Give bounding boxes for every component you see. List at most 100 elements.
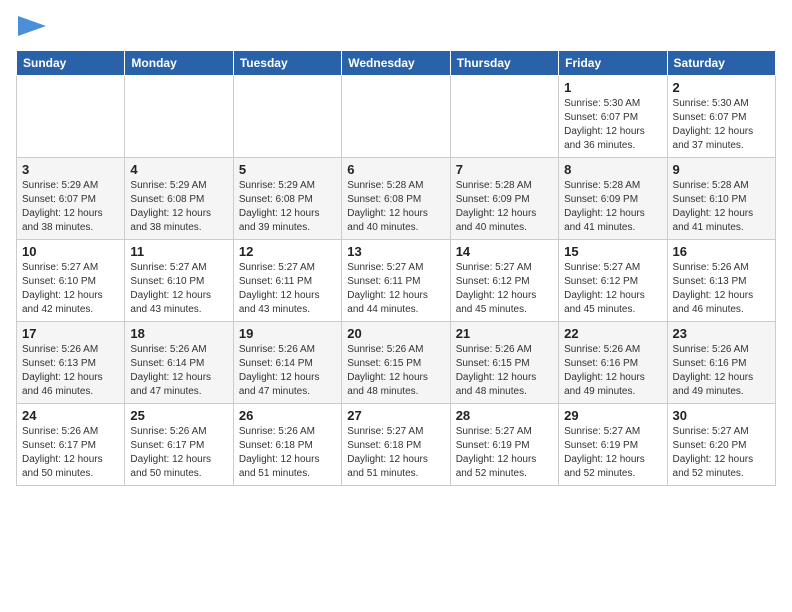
day-number: 21	[456, 326, 553, 341]
calendar-cell: 14 Sunrise: 5:27 AM Sunset: 6:12 PM Dayli…	[450, 240, 558, 322]
day-number: 16	[673, 244, 770, 259]
day-number: 11	[130, 244, 227, 259]
day-info: Sunrise: 5:28 AM Sunset: 6:09 PM Dayligh…	[564, 179, 661, 235]
calendar-cell: 3 Sunrise: 5:29 AM Sunset: 6:07 PM Daylig…	[17, 158, 125, 240]
calendar-cell: 23 Sunrise: 5:26 AM Sunset: 6:16 PM Dayli…	[667, 322, 775, 404]
calendar-cell: 1 Sunrise: 5:30 AM Sunset: 6:07 PM Daylig…	[559, 76, 667, 158]
calendar-cell: 12 Sunrise: 5:27 AM Sunset: 6:11 PM Dayli…	[233, 240, 341, 322]
calendar-cell: 25 Sunrise: 5:26 AM Sunset: 6:17 PM Dayli…	[125, 404, 233, 486]
day-info: Sunrise: 5:26 AM Sunset: 6:15 PM Dayligh…	[347, 343, 444, 399]
calendar-cell: 21 Sunrise: 5:26 AM Sunset: 6:15 PM Dayli…	[450, 322, 558, 404]
day-number: 18	[130, 326, 227, 341]
calendar-cell	[233, 76, 341, 158]
day-number: 17	[22, 326, 119, 341]
day-number: 5	[239, 162, 336, 177]
day-info: Sunrise: 5:28 AM Sunset: 6:09 PM Dayligh…	[456, 179, 553, 235]
calendar-cell: 6 Sunrise: 5:28 AM Sunset: 6:08 PM Daylig…	[342, 158, 450, 240]
calendar-cell: 10Sunrise: 5:27 AM Sunset: 6:10 PM Dayli…	[17, 240, 125, 322]
day-info: Sunrise: 5:27 AM Sunset: 6:12 PM Dayligh…	[564, 261, 661, 317]
calendar-cell: 28 Sunrise: 5:27 AM Sunset: 6:19 PM Dayli…	[450, 404, 558, 486]
day-number: 28	[456, 408, 553, 423]
day-number: 7	[456, 162, 553, 177]
week-row-5: 24 Sunrise: 5:26 AM Sunset: 6:17 PM Dayli…	[17, 404, 776, 486]
day-info: Sunrise: 5:27 AM Sunset: 6:11 PM Dayligh…	[347, 261, 444, 317]
day-number: 23	[673, 326, 770, 341]
day-number: 20	[347, 326, 444, 341]
day-info: Sunrise: 5:30 AM Sunset: 6:07 PM Dayligh…	[564, 97, 661, 153]
logo	[16, 16, 48, 40]
day-info: Sunrise: 5:26 AM Sunset: 6:17 PM Dayligh…	[22, 425, 119, 481]
col-header-monday: Monday	[125, 51, 233, 76]
calendar-cell: 13Sunrise: 5:27 AM Sunset: 6:11 PM Dayli…	[342, 240, 450, 322]
week-row-4: 17Sunrise: 5:26 AM Sunset: 6:13 PM Dayli…	[17, 322, 776, 404]
calendar-cell: 8 Sunrise: 5:28 AM Sunset: 6:09 PM Daylig…	[559, 158, 667, 240]
col-header-tuesday: Tuesday	[233, 51, 341, 76]
day-info: Sunrise: 5:26 AM Sunset: 6:17 PM Dayligh…	[130, 425, 227, 481]
day-number: 14	[456, 244, 553, 259]
logo-arrow-icon	[18, 12, 48, 40]
day-info: Sunrise: 5:27 AM Sunset: 6:12 PM Dayligh…	[456, 261, 553, 317]
day-info: Sunrise: 5:26 AM Sunset: 6:14 PM Dayligh…	[239, 343, 336, 399]
day-number: 6	[347, 162, 444, 177]
week-row-1: 1 Sunrise: 5:30 AM Sunset: 6:07 PM Daylig…	[17, 76, 776, 158]
calendar-cell: 5 Sunrise: 5:29 AM Sunset: 6:08 PM Daylig…	[233, 158, 341, 240]
calendar-cell: 20 Sunrise: 5:26 AM Sunset: 6:15 PM Dayli…	[342, 322, 450, 404]
day-number: 19	[239, 326, 336, 341]
day-info: Sunrise: 5:29 AM Sunset: 6:07 PM Dayligh…	[22, 179, 119, 235]
day-info: Sunrise: 5:29 AM Sunset: 6:08 PM Dayligh…	[130, 179, 227, 235]
col-header-wednesday: Wednesday	[342, 51, 450, 76]
calendar-cell: 17Sunrise: 5:26 AM Sunset: 6:13 PM Dayli…	[17, 322, 125, 404]
day-info: Sunrise: 5:27 AM Sunset: 6:11 PM Dayligh…	[239, 261, 336, 317]
day-info: Sunrise: 5:26 AM Sunset: 6:15 PM Dayligh…	[456, 343, 553, 399]
day-info: Sunrise: 5:26 AM Sunset: 6:16 PM Dayligh…	[673, 343, 770, 399]
calendar-cell: 18 Sunrise: 5:26 AM Sunset: 6:14 PM Dayli…	[125, 322, 233, 404]
week-row-2: 3 Sunrise: 5:29 AM Sunset: 6:07 PM Daylig…	[17, 158, 776, 240]
day-info: Sunrise: 5:30 AM Sunset: 6:07 PM Dayligh…	[673, 97, 770, 153]
day-number: 26	[239, 408, 336, 423]
day-info: Sunrise: 5:26 AM Sunset: 6:13 PM Dayligh…	[673, 261, 770, 317]
calendar-cell	[17, 76, 125, 158]
calendar-cell: 7 Sunrise: 5:28 AM Sunset: 6:09 PM Daylig…	[450, 158, 558, 240]
day-info: Sunrise: 5:29 AM Sunset: 6:08 PM Dayligh…	[239, 179, 336, 235]
header	[16, 16, 776, 40]
calendar-cell	[125, 76, 233, 158]
calendar-cell: 15 Sunrise: 5:27 AM Sunset: 6:12 PM Dayli…	[559, 240, 667, 322]
calendar-cell: 16 Sunrise: 5:26 AM Sunset: 6:13 PM Dayli…	[667, 240, 775, 322]
day-info: Sunrise: 5:27 AM Sunset: 6:19 PM Dayligh…	[564, 425, 661, 481]
day-info: Sunrise: 5:26 AM Sunset: 6:14 PM Dayligh…	[130, 343, 227, 399]
calendar-cell: 22Sunrise: 5:26 AM Sunset: 6:16 PM Dayli…	[559, 322, 667, 404]
day-number: 15	[564, 244, 661, 259]
week-row-3: 10Sunrise: 5:27 AM Sunset: 6:10 PM Dayli…	[17, 240, 776, 322]
day-info: Sunrise: 5:27 AM Sunset: 6:18 PM Dayligh…	[347, 425, 444, 481]
calendar-cell: 30 Sunrise: 5:27 AM Sunset: 6:20 PM Dayli…	[667, 404, 775, 486]
calendar-cell: 27Sunrise: 5:27 AM Sunset: 6:18 PM Dayli…	[342, 404, 450, 486]
day-number: 2	[673, 80, 770, 95]
day-info: Sunrise: 5:27 AM Sunset: 6:10 PM Dayligh…	[130, 261, 227, 317]
day-number: 29	[564, 408, 661, 423]
calendar-cell: 24 Sunrise: 5:26 AM Sunset: 6:17 PM Dayli…	[17, 404, 125, 486]
day-number: 12	[239, 244, 336, 259]
day-number: 9	[673, 162, 770, 177]
day-info: Sunrise: 5:28 AM Sunset: 6:10 PM Dayligh…	[673, 179, 770, 235]
col-header-thursday: Thursday	[450, 51, 558, 76]
day-number: 30	[673, 408, 770, 423]
day-number: 1	[564, 80, 661, 95]
calendar-cell	[342, 76, 450, 158]
calendar-cell: 4Sunrise: 5:29 AM Sunset: 6:08 PM Daylig…	[125, 158, 233, 240]
day-info: Sunrise: 5:28 AM Sunset: 6:08 PM Dayligh…	[347, 179, 444, 235]
day-number: 3	[22, 162, 119, 177]
calendar-cell: 26 Sunrise: 5:26 AM Sunset: 6:18 PM Dayli…	[233, 404, 341, 486]
day-info: Sunrise: 5:27 AM Sunset: 6:19 PM Dayligh…	[456, 425, 553, 481]
calendar-cell: 2 Sunrise: 5:30 AM Sunset: 6:07 PM Daylig…	[667, 76, 775, 158]
day-number: 25	[130, 408, 227, 423]
calendar-table: SundayMondayTuesdayWednesdayThursdayFrid…	[16, 50, 776, 486]
calendar-cell	[450, 76, 558, 158]
day-number: 24	[22, 408, 119, 423]
day-info: Sunrise: 5:26 AM Sunset: 6:18 PM Dayligh…	[239, 425, 336, 481]
day-info: Sunrise: 5:27 AM Sunset: 6:20 PM Dayligh…	[673, 425, 770, 481]
day-number: 8	[564, 162, 661, 177]
calendar-cell: 19 Sunrise: 5:26 AM Sunset: 6:14 PM Dayli…	[233, 322, 341, 404]
col-header-friday: Friday	[559, 51, 667, 76]
day-number: 22	[564, 326, 661, 341]
day-info: Sunrise: 5:27 AM Sunset: 6:10 PM Dayligh…	[22, 261, 119, 317]
